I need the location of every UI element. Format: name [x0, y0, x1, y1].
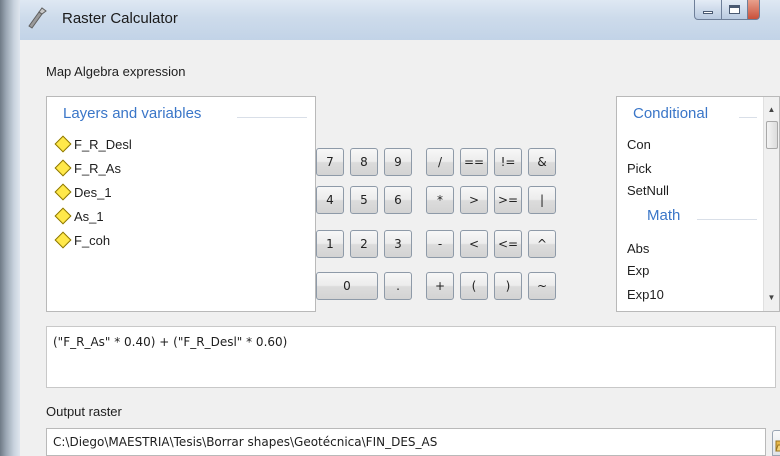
- layer-item-f-r-desl[interactable]: F_R_Desl: [54, 133, 132, 155]
- conditional-header: Conditional: [633, 105, 715, 122]
- browse-folder-button[interactable]: [772, 430, 780, 456]
- expression-text: ("F_R_As" * 0.40) + ("F_R_Desl" * 0.60): [53, 335, 288, 349]
- key-minus[interactable]: -: [426, 230, 454, 258]
- key-greater[interactable]: >: [460, 186, 488, 214]
- function-abs[interactable]: Abs: [627, 241, 649, 256]
- scroll-thumb[interactable]: [766, 121, 778, 149]
- layer-item-as-1[interactable]: As_1: [54, 205, 104, 227]
- key-5[interactable]: 5: [350, 186, 378, 214]
- key-xor[interactable]: ^: [528, 230, 556, 258]
- key-close-paren[interactable]: ): [494, 272, 522, 300]
- raster-calculator-window: Raster Calculator Map Algebra expression…: [20, 0, 780, 456]
- layer-label: F_coh: [74, 232, 111, 248]
- layers-header: Layers and variables: [63, 105, 208, 122]
- layer-diamond-icon: [54, 207, 72, 225]
- key-8[interactable]: 8: [350, 148, 378, 176]
- math-header: Math: [647, 207, 687, 224]
- conditional-header-rule: [739, 117, 757, 118]
- window-controls: [694, 0, 760, 22]
- scroll-up-icon[interactable]: ▲: [764, 101, 779, 117]
- close-button[interactable]: [748, 0, 760, 20]
- desktop-background: [0, 0, 20, 456]
- function-exp10[interactable]: Exp10: [627, 287, 664, 302]
- key-9[interactable]: 9: [384, 148, 412, 176]
- layer-diamond-icon: [54, 231, 72, 249]
- key-multiply[interactable]: *: [426, 186, 454, 214]
- key-less-equal[interactable]: <=: [494, 230, 522, 258]
- layers-panel: Layers and variables F_R_Desl F_R_As Des…: [46, 96, 316, 312]
- expression-textarea[interactable]: ("F_R_As" * 0.40) + ("F_R_Desl" * 0.60): [46, 326, 776, 388]
- layer-item-f-coh[interactable]: F_coh: [54, 229, 111, 251]
- output-raster-label: Output raster: [46, 404, 122, 419]
- key-greater-equal[interactable]: >=: [494, 186, 522, 214]
- key-6[interactable]: 6: [384, 186, 412, 214]
- function-con[interactable]: Con: [627, 137, 651, 152]
- functions-panel: Conditional Con Pick SetNull Math Abs Ex…: [616, 96, 780, 312]
- layer-diamond-icon: [54, 159, 72, 177]
- function-exp[interactable]: Exp: [627, 263, 649, 278]
- key-not[interactable]: ~: [528, 272, 556, 300]
- layer-label: F_R_As: [74, 160, 121, 176]
- key-equal[interactable]: ==: [460, 148, 488, 176]
- minimize-icon: [703, 11, 713, 14]
- key-or[interactable]: |: [528, 186, 556, 214]
- layer-label: Des_1: [74, 184, 112, 200]
- output-raster-field[interactable]: C:\Diego\MAESTRIA\Tesis\Borrar shapes\Ge…: [46, 428, 766, 456]
- open-folder-icon: [775, 440, 780, 452]
- window-title: Raster Calculator: [62, 10, 178, 27]
- key-7[interactable]: 7: [316, 148, 344, 176]
- functions-scrollbar[interactable]: ▲ ▼: [763, 97, 779, 311]
- key-not-equal[interactable]: !=: [494, 148, 522, 176]
- key-divide[interactable]: /: [426, 148, 454, 176]
- calculator-app-icon: [28, 7, 47, 29]
- layer-diamond-icon: [54, 135, 72, 153]
- key-open-paren[interactable]: (: [460, 272, 488, 300]
- maximize-button[interactable]: [722, 0, 748, 20]
- key-0[interactable]: 0: [316, 272, 378, 300]
- function-setnull[interactable]: SetNull: [627, 183, 669, 198]
- math-header-rule: [697, 219, 757, 220]
- layer-item-f-r-as[interactable]: F_R_As: [54, 157, 121, 179]
- key-plus[interactable]: +: [426, 272, 454, 300]
- layer-item-des-1[interactable]: Des_1: [54, 181, 112, 203]
- key-4[interactable]: 4: [316, 186, 344, 214]
- maximize-icon: [729, 5, 740, 14]
- output-raster-path: C:\Diego\MAESTRIA\Tesis\Borrar shapes\Ge…: [53, 435, 438, 449]
- key-1[interactable]: 1: [316, 230, 344, 258]
- key-decimal[interactable]: .: [384, 272, 412, 300]
- key-and[interactable]: &: [528, 148, 556, 176]
- minimize-button[interactable]: [694, 0, 722, 20]
- layer-label: As_1: [74, 208, 104, 224]
- scroll-down-icon[interactable]: ▼: [764, 289, 779, 305]
- function-pick[interactable]: Pick: [627, 161, 652, 176]
- key-2[interactable]: 2: [350, 230, 378, 258]
- layer-label: F_R_Desl: [74, 136, 132, 152]
- key-3[interactable]: 3: [384, 230, 412, 258]
- key-less[interactable]: <: [460, 230, 488, 258]
- layers-header-rule: [237, 117, 307, 118]
- map-algebra-label: Map Algebra expression: [46, 64, 186, 79]
- title-bar[interactable]: Raster Calculator: [20, 0, 780, 40]
- layer-diamond-icon: [54, 183, 72, 201]
